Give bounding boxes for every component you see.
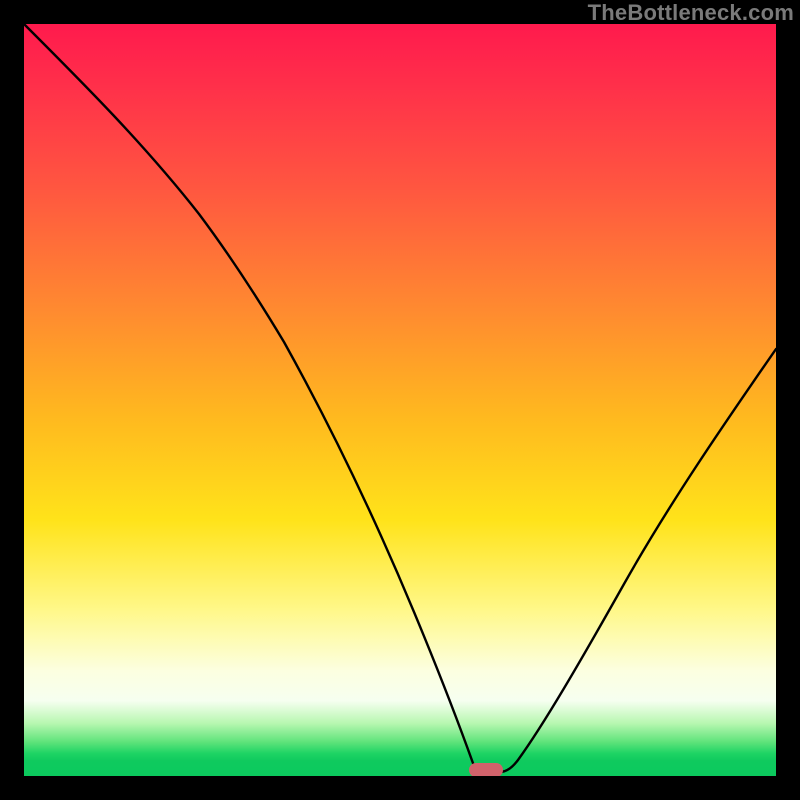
optimal-point-marker	[469, 763, 503, 776]
bottleneck-curve	[24, 24, 776, 776]
watermark-text: TheBottleneck.com	[588, 0, 794, 26]
chart-frame: TheBottleneck.com	[0, 0, 800, 800]
plot-area	[24, 24, 776, 776]
